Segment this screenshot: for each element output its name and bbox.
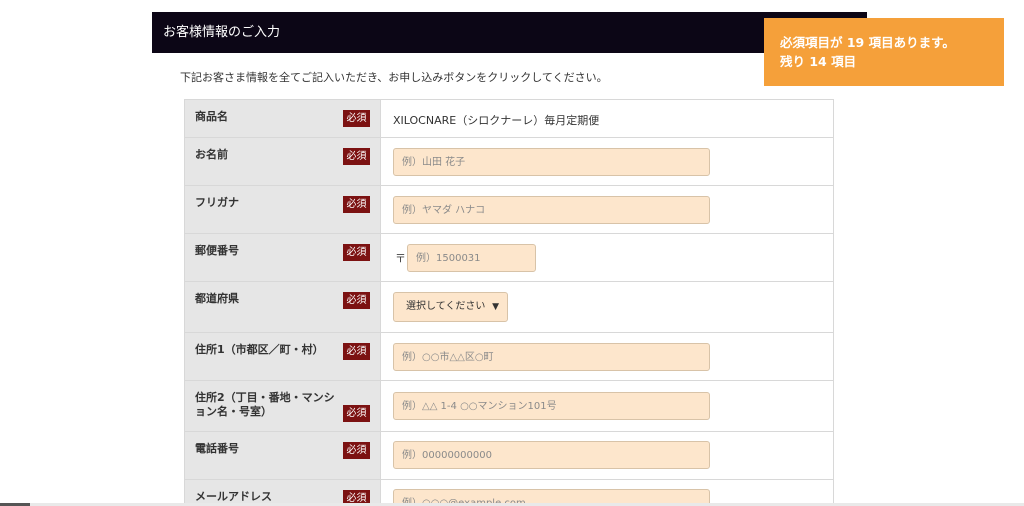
row-furigana: フリガナ 必須 xyxy=(185,186,833,234)
required-badge: 必須 xyxy=(343,442,370,459)
value-cell: 〒 xyxy=(381,234,833,281)
label-cell: 電話番号 必須 xyxy=(185,432,381,479)
prefecture-select[interactable]: 選択してください ▼ xyxy=(393,292,508,322)
postal-mark-icon: 〒 xyxy=(395,252,406,265)
value-cell xyxy=(381,432,833,479)
row-phone: 電話番号 必須 xyxy=(185,432,833,480)
label-cell: 住所2（丁目・番地・マンション名・号室） 必須 xyxy=(185,381,381,431)
required-badge: 必須 xyxy=(343,244,370,261)
required-count-text: 必須項目が 19 項目あります。 xyxy=(780,35,955,50)
label-cell: 都道府県 必須 xyxy=(185,282,381,332)
furigana-input[interactable] xyxy=(393,196,710,224)
field-label-furigana: フリガナ xyxy=(195,196,239,209)
value-cell: 選択してください ▼ xyxy=(381,282,833,332)
required-badge: 必須 xyxy=(343,292,370,309)
row-product-name: 商品名 必須 XILOCNARE（シロクナーレ）毎月定期便 xyxy=(185,100,833,138)
label-cell: 住所1（市都区／町・村） 必須 xyxy=(185,333,381,380)
order-form-page: お客様情報のご入力 必須項目が 19 項目あります。 残り 14 項目 下記お客… xyxy=(0,0,1024,506)
required-badge: 必須 xyxy=(343,196,370,213)
value-cell xyxy=(381,138,833,185)
required-fields-notice: 必須項目が 19 項目あります。 残り 14 項目 xyxy=(764,18,1004,86)
field-label-phone: 電話番号 xyxy=(195,442,239,455)
customer-info-table: 商品名 必須 XILOCNARE（シロクナーレ）毎月定期便 お名前 必須 フリガ… xyxy=(184,99,834,506)
address2-input[interactable] xyxy=(393,392,710,420)
required-badge: 必須 xyxy=(343,405,370,422)
required-badge: 必須 xyxy=(343,343,370,360)
chevron-down-icon: ▼ xyxy=(492,302,499,312)
row-prefecture: 都道府県 必須 選択してください ▼ xyxy=(185,282,833,333)
name-input[interactable] xyxy=(393,148,710,176)
value-cell xyxy=(381,333,833,380)
field-label-product-name: 商品名 xyxy=(195,110,228,123)
row-postal-code: 郵便番号 必須 〒 xyxy=(185,234,833,282)
address1-input[interactable] xyxy=(393,343,710,371)
row-address2: 住所2（丁目・番地・マンション名・号室） 必須 xyxy=(185,381,833,432)
value-cell xyxy=(381,381,833,431)
field-label-email: メールアドレス xyxy=(195,490,272,503)
label-cell: 郵便番号 必須 xyxy=(185,234,381,281)
row-address1: 住所1（市都区／町・村） 必須 xyxy=(185,333,833,381)
phone-input[interactable] xyxy=(393,441,710,469)
postal-code-input[interactable] xyxy=(407,244,536,272)
field-label-prefecture: 都道府県 xyxy=(195,292,239,305)
product-name-value: XILOCNARE（シロクナーレ）毎月定期便 xyxy=(393,114,600,127)
prefecture-select-value: 選択してください xyxy=(406,301,486,312)
required-badge: 必須 xyxy=(343,148,370,165)
required-badge: 必須 xyxy=(343,110,370,127)
value-cell xyxy=(381,186,833,233)
field-label-postal-code: 郵便番号 xyxy=(195,244,239,257)
label-cell: 商品名 必須 xyxy=(185,100,381,137)
field-label-name: お名前 xyxy=(195,148,228,161)
remaining-count-text: 残り 14 項目 xyxy=(780,54,857,69)
section-title: お客様情報のご入力 xyxy=(152,12,867,53)
value-cell: XILOCNARE（シロクナーレ）毎月定期便 xyxy=(381,100,833,137)
form-instructions: 下記お客さま情報を全てご記入いただき、お申し込みボタンをクリックしてください。 xyxy=(180,71,608,84)
field-label-address2: 住所2（丁目・番地・マンション名・号室） xyxy=(195,391,335,418)
row-name: お名前 必須 xyxy=(185,138,833,186)
label-cell: お名前 必須 xyxy=(185,138,381,185)
field-label-address1: 住所1（市都区／町・村） xyxy=(195,343,324,356)
label-cell: フリガナ 必須 xyxy=(185,186,381,233)
